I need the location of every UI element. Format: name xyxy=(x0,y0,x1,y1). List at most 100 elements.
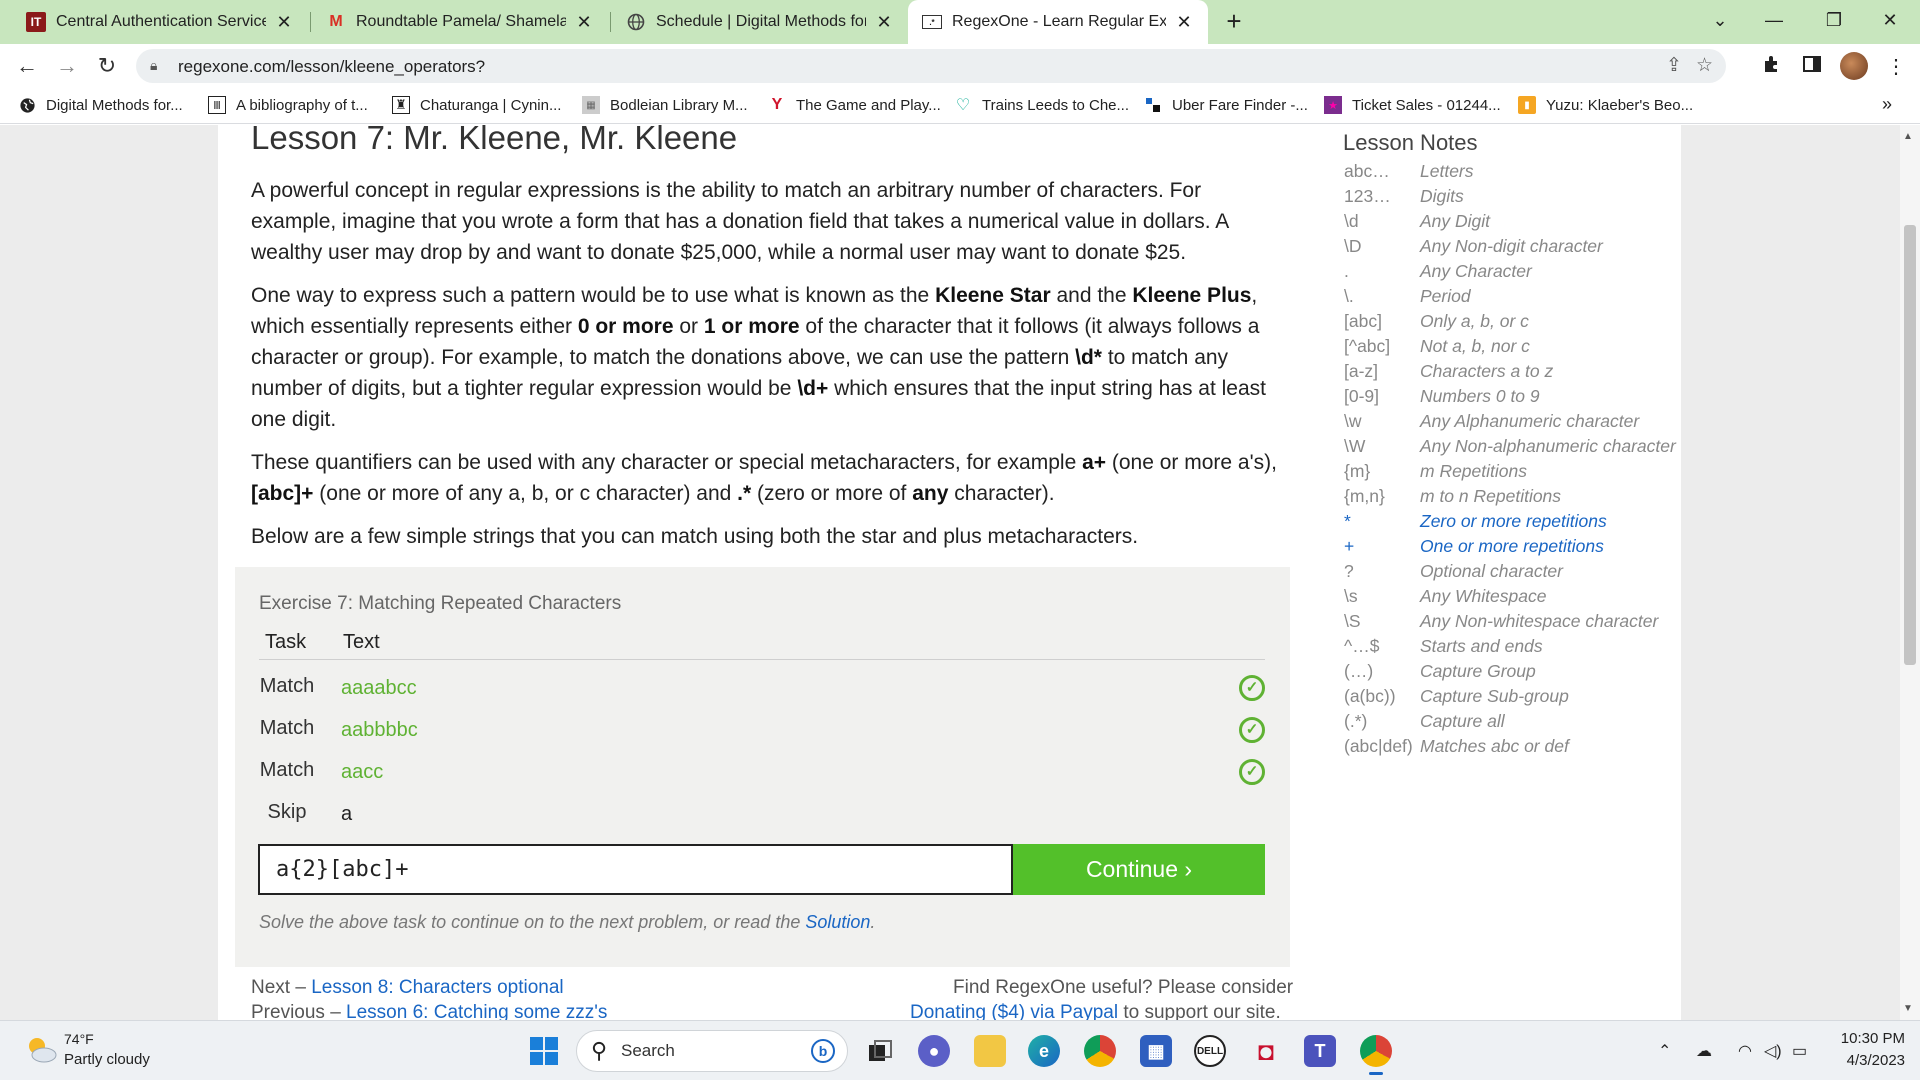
previous-lesson-link[interactable]: Lesson 6: Catching some zzz's xyxy=(346,1002,607,1020)
tab-separator xyxy=(310,12,311,32)
red-logo-icon: Y xyxy=(771,96,783,113)
page-scrollbar[interactable]: ▲ ▼ xyxy=(1900,125,1920,1020)
share-icon[interactable]: ⇪ xyxy=(1666,54,1682,77)
weather-description[interactable]: Partly cloudy xyxy=(64,1051,150,1068)
lesson-note-value: Characters a to z xyxy=(1420,361,1554,381)
battery-icon[interactable]: ▭ xyxy=(1792,1041,1807,1061)
bookmark-item[interactable]: ★ Ticket Sales - 01244... xyxy=(1324,96,1501,114)
ticket-icon: ★ xyxy=(1324,96,1342,114)
bookmarks-overflow-icon[interactable]: » xyxy=(1882,94,1892,115)
tab-strip: IT Central Authentication Service ✕ M Ro… xyxy=(0,0,1920,44)
lesson-title: Lesson 7: Mr. Kleene, Mr. Kleene xyxy=(251,125,738,156)
bookmark-item[interactable]: ▮ Yuzu: Klaeber's Beo... xyxy=(1518,96,1693,114)
close-window-button[interactable]: ✕ xyxy=(1860,0,1920,40)
side-panel-icon[interactable] xyxy=(1802,54,1822,80)
windows-start-icon[interactable] xyxy=(528,1035,560,1067)
lock-icon[interactable]: 🔒︎ xyxy=(150,57,157,74)
onedrive-icon[interactable]: ☁ xyxy=(1696,1041,1712,1061)
lesson-note-key: \w xyxy=(1344,411,1362,431)
task-view-icon[interactable] xyxy=(864,1035,896,1067)
lesson-note-key: \S xyxy=(1344,611,1361,631)
bookmarks-bar: Digital Methods for... Ⅲ A bibliography … xyxy=(0,88,1920,124)
tab-schedule[interactable]: Schedule | Digital Methods for H ✕ xyxy=(612,0,908,44)
menu-kebab-icon[interactable]: ⋮ xyxy=(1886,54,1906,79)
lesson-note-value: Any Alphanumeric character xyxy=(1420,411,1640,431)
bookmark-item[interactable]: ▦ Bodleian Library M... xyxy=(582,96,748,114)
chrome-icon[interactable] xyxy=(1084,1035,1116,1067)
close-tab-icon[interactable]: ✕ xyxy=(1174,12,1194,33)
minimize-button[interactable]: — xyxy=(1744,0,1804,40)
clock-date[interactable]: 4/3/2023 xyxy=(1835,1052,1905,1069)
restore-button[interactable]: ❐ xyxy=(1804,0,1864,40)
tab-central-authentication[interactable]: IT Central Authentication Service ✕ xyxy=(12,0,308,44)
lesson-note-value: Any Digit xyxy=(1420,211,1491,231)
bookmark-label: Uber Fare Finder -... xyxy=(1172,96,1308,114)
weather-temperature[interactable]: 74°F xyxy=(64,1031,94,1047)
back-icon[interactable]: ← xyxy=(12,52,42,82)
edge-icon[interactable]: e xyxy=(1028,1035,1060,1067)
clock-time[interactable]: 10:30 PM xyxy=(1835,1030,1905,1047)
active-app-indicator xyxy=(1369,1072,1383,1075)
microsoft-store-icon[interactable]: ▦ xyxy=(1140,1035,1172,1067)
chess-icon: ♜ xyxy=(392,96,410,114)
extensions-icon[interactable] xyxy=(1762,54,1782,80)
bookmark-item[interactable]: Ⅲ A bibliography of t... xyxy=(208,96,368,114)
lesson-note-key: [0-9] xyxy=(1344,386,1380,406)
bookmark-item[interactable]: Y The Game and Play... xyxy=(768,96,941,114)
lesson-note-item: \s Any Whitespace xyxy=(1344,586,1546,607)
profile-avatar[interactable] xyxy=(1840,52,1868,80)
lesson-paragraph-4: Below are a few simple strings that you … xyxy=(251,525,1139,548)
url-text[interactable]: regexone.com/lesson/kleene_operators? xyxy=(178,57,485,77)
tab-roundtable[interactable]: M Roundtable Pamela/ Shamela ne ✕ xyxy=(312,0,608,44)
chrome-profile-icon[interactable] xyxy=(1360,1035,1392,1067)
lesson-note-value: Any Character xyxy=(1420,261,1532,281)
scroll-thumb[interactable] xyxy=(1904,225,1916,665)
tab-search-chevron-icon[interactable]: ⌄ xyxy=(1690,0,1750,40)
dell-icon[interactable]: DELL xyxy=(1194,1035,1226,1067)
continue-button[interactable]: Continue › xyxy=(1013,844,1265,895)
bookmark-label: Trains Leeds to Che... xyxy=(982,96,1130,114)
bookmark-star-icon[interactable]: ☆ xyxy=(1696,54,1713,77)
chat-icon[interactable]: ● xyxy=(918,1035,950,1067)
tab-regexone[interactable]: .* RegexOne - Learn Regular Expres ✕ xyxy=(908,0,1208,44)
column-header-text: Text xyxy=(343,631,380,653)
bookmark-item[interactable]: Digital Methods for... xyxy=(18,96,183,114)
teams-icon[interactable]: T xyxy=(1304,1035,1336,1067)
forward-icon[interactable]: → xyxy=(52,52,82,82)
bookmark-label: Chaturanga | Cynin... xyxy=(420,96,562,114)
lesson-note-item: {m} m Repetitions xyxy=(1344,461,1527,482)
close-tab-icon[interactable]: ✕ xyxy=(574,12,594,33)
solution-link[interactable]: Solution xyxy=(805,912,870,932)
tray-overflow-icon[interactable]: ⌃ xyxy=(1658,1041,1671,1061)
taskbar-search[interactable]: ⚲ Search b xyxy=(576,1030,848,1072)
browser-toolbar: ← → ↻ 🔒︎ regexone.com/lesson/kleene_oper… xyxy=(0,44,1920,88)
partly-cloudy-icon[interactable] xyxy=(24,1033,57,1065)
previous-lesson: Previous – Lesson 6: Catching some zzz's xyxy=(251,1002,607,1020)
lesson-note-key: \s xyxy=(1344,586,1358,606)
lesson-note-item: + One or more repetitions xyxy=(1344,536,1604,557)
uber-icon xyxy=(1144,96,1162,114)
lesson-note-item: [abc] Only a, b, or c xyxy=(1344,311,1529,332)
lesson-note-key: \d xyxy=(1344,211,1359,231)
file-explorer-icon[interactable] xyxy=(974,1035,1006,1067)
lesson-note-key: \W xyxy=(1344,436,1366,456)
bing-icon[interactable]: b xyxy=(811,1039,835,1063)
bookmark-item[interactable]: ♜ Chaturanga | Cynin... xyxy=(392,96,561,114)
bookmark-item[interactable]: ♡ Trains Leeds to Che... xyxy=(954,96,1130,115)
reload-icon[interactable]: ↻ xyxy=(92,52,122,82)
next-lesson-link[interactable]: Lesson 8: Characters optional xyxy=(311,977,563,998)
lesson-notes-title: Lesson Notes xyxy=(1343,130,1478,155)
close-tab-icon[interactable]: ✕ xyxy=(274,12,294,33)
wifi-icon[interactable]: ◠ xyxy=(1738,1041,1752,1061)
volume-icon[interactable]: ◁) xyxy=(1764,1041,1782,1061)
new-tab-button[interactable]: + xyxy=(1218,6,1250,38)
bookmark-item[interactable]: Uber Fare Finder -... xyxy=(1144,96,1308,114)
mcafee-icon[interactable]: ◘ xyxy=(1250,1035,1282,1067)
donate-link[interactable]: Donating ($4) via Paypal xyxy=(910,1002,1118,1020)
address-bar[interactable]: 🔒︎ regexone.com/lesson/kleene_operators?… xyxy=(136,49,1726,83)
scroll-down-icon[interactable]: ▼ xyxy=(1903,1003,1913,1014)
close-tab-icon[interactable]: ✕ xyxy=(874,12,894,33)
row-task: Skip xyxy=(267,801,307,823)
regex-input[interactable]: a{2}[abc]+ xyxy=(258,844,1013,895)
scroll-up-icon[interactable]: ▲ xyxy=(1903,131,1913,142)
